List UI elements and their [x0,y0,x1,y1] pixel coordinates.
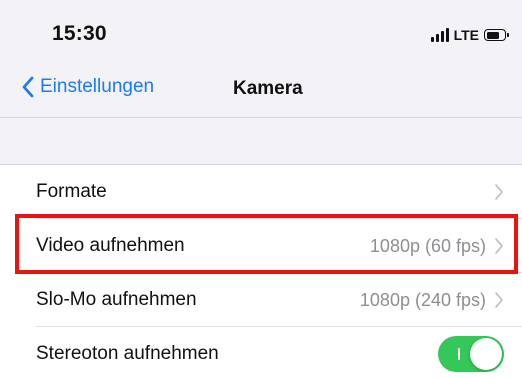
settings-list: Formate Video aufnehmen 1080p (60 fps) S… [0,164,522,378]
nav-divider [0,117,522,118]
page-title: Kamera [233,78,303,99]
chevron-right-icon [495,292,503,308]
row-label: Stereoton aufnehmen [36,343,219,364]
row-formate[interactable]: Formate [0,165,522,219]
row-value: 1080p (60 fps) [369,235,486,256]
row-label: Formate [36,181,107,202]
row-slo-mo-aufnehmen[interactable]: Slo-Mo aufnehmen 1080p (240 fps) [0,273,522,327]
chevron-left-icon [22,76,34,98]
row-video-aufnehmen[interactable]: Video aufnehmen 1080p (60 fps) [0,219,522,273]
chevron-right-icon [495,238,503,254]
chevron-right-icon [495,184,503,200]
back-button-label: Einstellungen [40,76,155,97]
cellular-signal-icon [430,28,449,42]
header-area: 15:30 LTE Einstellungen Kamera [0,0,522,164]
back-button[interactable]: Einstellungen [22,76,154,98]
row-stereoton-aufnehmen: Stereoton aufnehmen [0,327,522,378]
camera-settings-screen: 15:30 LTE Einstellungen Kamera Formate V… [0,0,522,378]
row-value: 1080p (240 fps) [359,289,486,310]
network-type: LTE [453,27,479,43]
toggle-on-indicator [458,348,460,360]
status-time: 15:30 [52,22,107,45]
battery-icon [484,29,509,41]
status-indicators: LTE [430,25,509,45]
stereoton-toggle[interactable] [438,336,504,372]
row-label: Slo-Mo aufnehmen [36,289,197,310]
row-label: Video aufnehmen [36,235,185,256]
toggle-knob [470,338,502,370]
